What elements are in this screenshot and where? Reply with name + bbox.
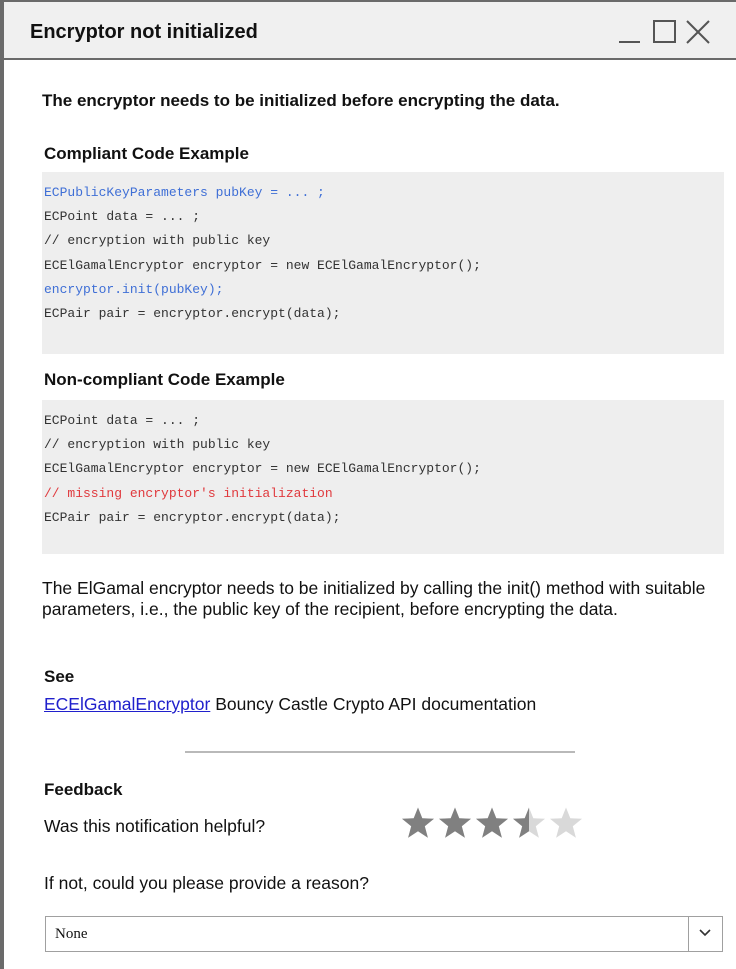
- star-icon[interactable]: [400, 806, 437, 840]
- title-bar: Encryptor not initialized: [4, 0, 736, 60]
- minimize-button[interactable]: [616, 18, 644, 46]
- compliant-heading: Compliant Code Example: [44, 144, 249, 163]
- compliant-code-line: ECElGamalEncryptor encryptor = new ECElG…: [44, 257, 481, 273]
- compliant-code-line: encryptor.init(pubKey);: [44, 281, 224, 297]
- dropdown-toggle[interactable]: [688, 917, 722, 951]
- minimize-icon: [619, 41, 640, 43]
- compliant-code-line: ECPublicKeyParameters pubKey = ... ;: [44, 185, 325, 200]
- star-rating[interactable]: [400, 806, 585, 840]
- star-icon[interactable]: [511, 806, 548, 840]
- noncompliant-code-line: // encryption with public key: [44, 437, 271, 453]
- summary-text: The encryptor needs to be initialized be…: [42, 91, 560, 110]
- divider: [185, 751, 575, 753]
- star-icon[interactable]: [548, 806, 585, 840]
- maximize-button[interactable]: [651, 18, 679, 46]
- noncompliant-code-line: ECElGamalEncryptor encryptor = new ECElG…: [44, 461, 481, 477]
- star-icon[interactable]: [437, 806, 474, 840]
- maximize-icon: [653, 20, 676, 43]
- feedback-heading: Feedback: [44, 780, 123, 799]
- reason-dropdown[interactable]: None: [45, 916, 723, 952]
- chevron-down-icon: [699, 929, 711, 937]
- noncompliant-heading: Non-compliant Code Example: [44, 370, 285, 389]
- noncompliant-code-block: ECPoint data = ... ; // encryption with p…: [42, 400, 724, 554]
- close-icon: [686, 20, 710, 44]
- close-button[interactable]: [684, 18, 712, 46]
- reason-selected-value: None: [55, 926, 88, 942]
- notification-window: Encryptor not initialized The encryptor …: [0, 0, 736, 969]
- star-icon[interactable]: [474, 806, 511, 840]
- description-text: The ElGamal encryptor needs to be initia…: [42, 578, 706, 619]
- compliant-code-line: ECPoint data = ... ;: [44, 209, 201, 225]
- noncompliant-code-line: ECPoint data = ... ;: [44, 413, 201, 428]
- see-reference: ECElGamalEncryptor Bouncy Castle Crypto …: [44, 694, 536, 715]
- compliant-code-line: ECPair pair = encryptor.encrypt(data);: [44, 305, 341, 321]
- see-heading: See: [44, 667, 75, 686]
- helpful-question: Was this notification helpful?: [44, 816, 266, 836]
- docs-link[interactable]: ECElGamalEncryptor: [44, 694, 210, 714]
- window-title: Encryptor not initialized: [30, 21, 258, 43]
- compliant-code-block: ECPublicKeyParameters pubKey = ... ; ECPo…: [42, 172, 724, 354]
- compliant-code-line: // encryption with public key: [44, 233, 271, 249]
- reason-prompt: If not, could you please provide a reaso…: [44, 873, 369, 893]
- noncompliant-code-line: // missing encryptor's initialization: [44, 485, 333, 501]
- noncompliant-code-line: ECPair pair = encryptor.encrypt(data);: [44, 509, 341, 525]
- docs-source-text: Bouncy Castle Crypto API documentation: [215, 694, 537, 714]
